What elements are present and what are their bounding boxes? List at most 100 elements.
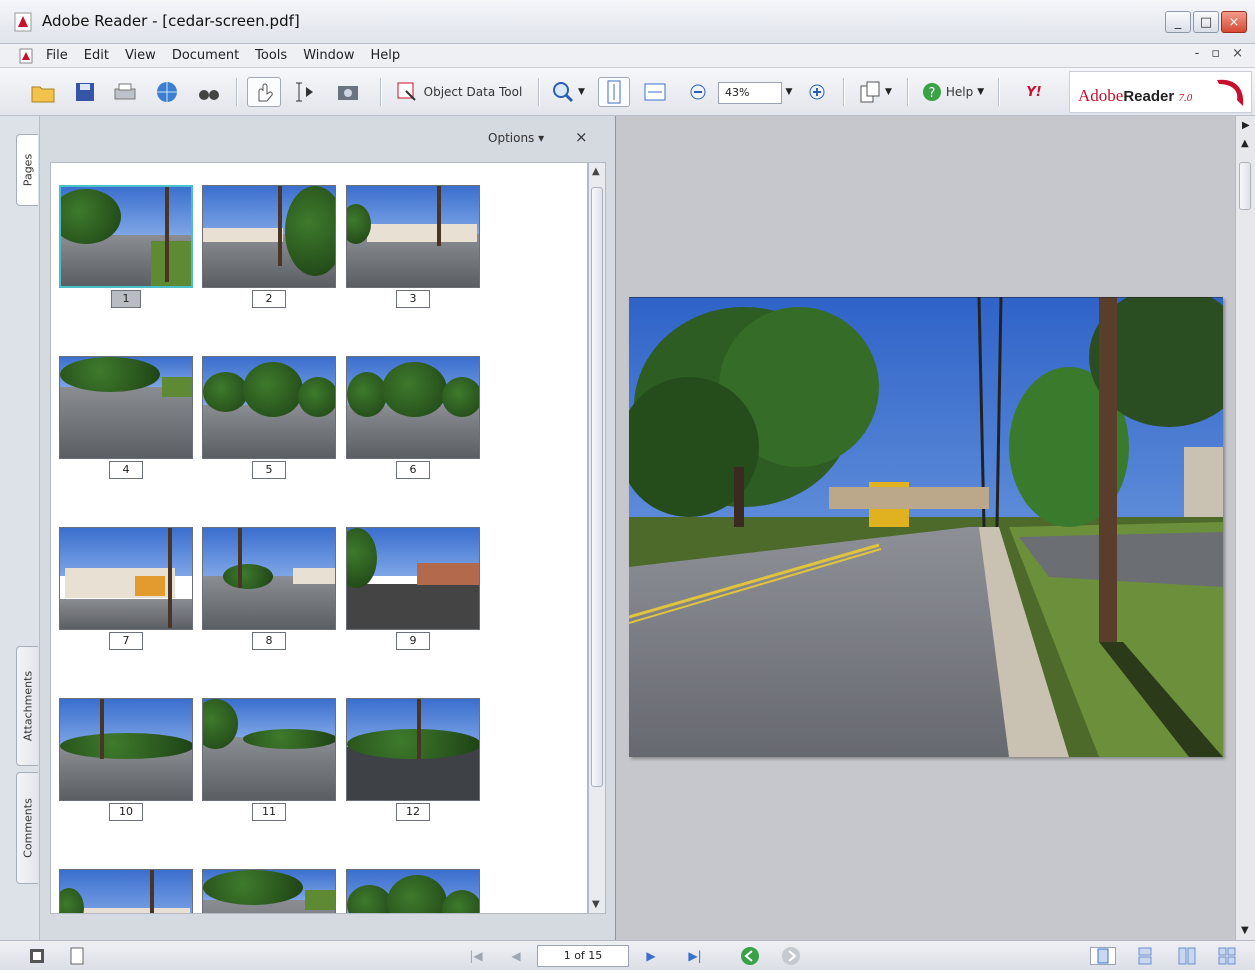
minimize-button[interactable]: _ bbox=[1165, 11, 1191, 33]
thumbnail-image bbox=[202, 869, 336, 913]
save-disk-icon bbox=[76, 83, 94, 101]
maximize-button[interactable]: □ bbox=[1193, 11, 1219, 33]
menu-tools[interactable]: Tools bbox=[255, 48, 287, 63]
page-thumbnail[interactable]: 4 bbox=[59, 356, 193, 479]
open-button[interactable] bbox=[28, 77, 58, 107]
page-thumbnail[interactable]: 1 bbox=[59, 185, 193, 308]
facing-view-button[interactable] bbox=[1174, 947, 1200, 965]
adobe-swoosh-icon bbox=[1217, 79, 1244, 106]
go-back-button[interactable] bbox=[738, 947, 762, 965]
page-thumbnail[interactable]: 11 bbox=[202, 698, 336, 821]
close-button[interactable]: × bbox=[1221, 11, 1247, 33]
page-thumbnail[interactable]: 5 bbox=[202, 356, 336, 479]
adobe-reader-icon bbox=[14, 12, 32, 32]
fit-page-button[interactable] bbox=[598, 77, 630, 107]
tab-attachments-label: Attachments bbox=[21, 670, 34, 742]
scroll-up-icon[interactable]: ▲ bbox=[1241, 138, 1249, 149]
page-thumbnail[interactable]: 8 bbox=[202, 527, 336, 650]
page-thumbnail[interactable]: 6 bbox=[346, 356, 480, 479]
document-page[interactable] bbox=[629, 297, 1223, 757]
page-layout-button[interactable]: ▼ bbox=[852, 77, 898, 107]
help-button[interactable]: ? Help ▼ bbox=[916, 77, 990, 107]
thumbnail-list: 1 2 3 4 5 6 7 8 9 10 11 12 bbox=[50, 162, 588, 914]
page-thumbnail[interactable]: 7 bbox=[59, 527, 193, 650]
menu-file[interactable]: File bbox=[46, 48, 68, 63]
zoom-out-button[interactable] bbox=[685, 77, 711, 107]
thumbnail-image bbox=[202, 698, 336, 801]
last-page-icon: ▶| bbox=[688, 949, 702, 963]
page-number-field[interactable]: 1 of 15 bbox=[537, 945, 629, 967]
scroll-thumb[interactable] bbox=[591, 187, 603, 787]
tab-attachments[interactable]: Attachments bbox=[16, 646, 38, 766]
continuous-facing-view-button[interactable] bbox=[1214, 947, 1240, 965]
menu-view[interactable]: View bbox=[125, 48, 156, 63]
thumbnail-image bbox=[346, 527, 480, 630]
continuous-facing-icon bbox=[1218, 947, 1236, 965]
doc-close-button[interactable]: × bbox=[1232, 46, 1243, 61]
page-thumbnail[interactable]: 12 bbox=[346, 698, 480, 821]
tab-comments[interactable]: Comments bbox=[16, 772, 38, 884]
single-page-view-button[interactable] bbox=[1090, 947, 1116, 965]
first-page-button[interactable]: |◀ bbox=[465, 947, 487, 965]
doc-minimize-button[interactable]: - bbox=[1195, 46, 1200, 61]
menu-window[interactable]: Window bbox=[303, 48, 354, 63]
brand-adobe: Adobe bbox=[1078, 86, 1124, 105]
search-button[interactable] bbox=[194, 77, 224, 107]
thumbnail-scrollbar[interactable]: ▲ ▼ bbox=[588, 162, 606, 914]
page-thumbnail-partial[interactable] bbox=[59, 869, 193, 913]
go-forward-button[interactable] bbox=[779, 947, 803, 965]
doc-restore-button[interactable]: ▫ bbox=[1211, 46, 1220, 61]
menu-document[interactable]: Document bbox=[172, 48, 239, 63]
zoom-level-input[interactable]: 43% bbox=[718, 82, 782, 104]
yahoo-search-button[interactable]: Y! bbox=[1008, 77, 1060, 107]
zoom-out-icon bbox=[690, 84, 706, 100]
open-folder-icon bbox=[31, 86, 55, 103]
thumbnail-image bbox=[346, 185, 480, 288]
object-data-tool-button[interactable]: Object Data Tool bbox=[388, 77, 530, 107]
object-data-tool-label: Object Data Tool bbox=[423, 85, 523, 99]
save-button[interactable] bbox=[70, 77, 100, 107]
scroll-down-icon[interactable]: ▼ bbox=[1241, 925, 1249, 936]
fit-width-button[interactable] bbox=[640, 77, 670, 107]
status-bar: |◀ ◀ 1 of 15 ▶ ▶| bbox=[0, 940, 1255, 970]
continuous-view-button[interactable] bbox=[1132, 947, 1158, 965]
previous-page-button[interactable]: ◀ bbox=[505, 947, 527, 965]
page-thumbnail-partial[interactable] bbox=[346, 869, 480, 913]
page-thumbnail-partial[interactable] bbox=[202, 869, 336, 913]
zoom-in-tool-button[interactable]: ▼ bbox=[547, 77, 589, 107]
tab-pages[interactable]: Pages bbox=[16, 134, 38, 206]
tree-view-button[interactable] bbox=[26, 947, 48, 965]
page-thumbnail[interactable]: 9 bbox=[346, 527, 480, 650]
hand-tool-button[interactable] bbox=[247, 77, 281, 107]
document-properties-button[interactable] bbox=[66, 947, 88, 965]
chevron-down-icon: ▼ bbox=[885, 87, 892, 97]
page-thumbnail[interactable]: 10 bbox=[59, 698, 193, 821]
scroll-up-icon[interactable]: ▲ bbox=[592, 166, 600, 177]
snapshot-button[interactable] bbox=[333, 77, 363, 107]
scroll-thumb[interactable] bbox=[1239, 162, 1251, 210]
thumbnail-page-number: 6 bbox=[396, 461, 430, 479]
select-text-button[interactable] bbox=[290, 77, 320, 107]
thumbnail-image bbox=[59, 698, 193, 801]
toolbar: Object Data Tool ▼ 43% ▼ ▼ ? Help ▼ Y! bbox=[0, 68, 1255, 116]
last-page-button[interactable]: ▶| bbox=[682, 947, 708, 965]
page-thumbnail[interactable]: 3 bbox=[346, 185, 480, 308]
first-page-icon: |◀ bbox=[469, 949, 483, 963]
next-page-button[interactable]: ▶ bbox=[640, 947, 662, 965]
email-button[interactable] bbox=[152, 77, 182, 107]
menu-help[interactable]: Help bbox=[370, 48, 400, 63]
pane-close-button[interactable]: × bbox=[575, 128, 588, 146]
zoom-in-button[interactable] bbox=[804, 77, 830, 107]
thumbnail-page-number: 8 bbox=[252, 632, 286, 650]
page-thumbnail[interactable]: 2 bbox=[202, 185, 336, 308]
document-scrollbar[interactable]: ▶ ▲ ▼ bbox=[1235, 116, 1255, 940]
options-menu-button[interactable]: Options ▾ bbox=[488, 131, 544, 145]
thumbnail-image bbox=[59, 527, 193, 630]
menu-edit[interactable]: Edit bbox=[84, 48, 109, 63]
zoom-dropdown-button[interactable]: ▼ bbox=[782, 77, 796, 107]
scroll-menu-icon[interactable]: ▶ bbox=[1242, 120, 1250, 131]
scroll-down-icon[interactable]: ▼ bbox=[592, 899, 600, 910]
print-button[interactable] bbox=[110, 77, 140, 107]
zoom-in-icon bbox=[809, 84, 825, 100]
tab-pages-label: Pages bbox=[21, 153, 34, 187]
